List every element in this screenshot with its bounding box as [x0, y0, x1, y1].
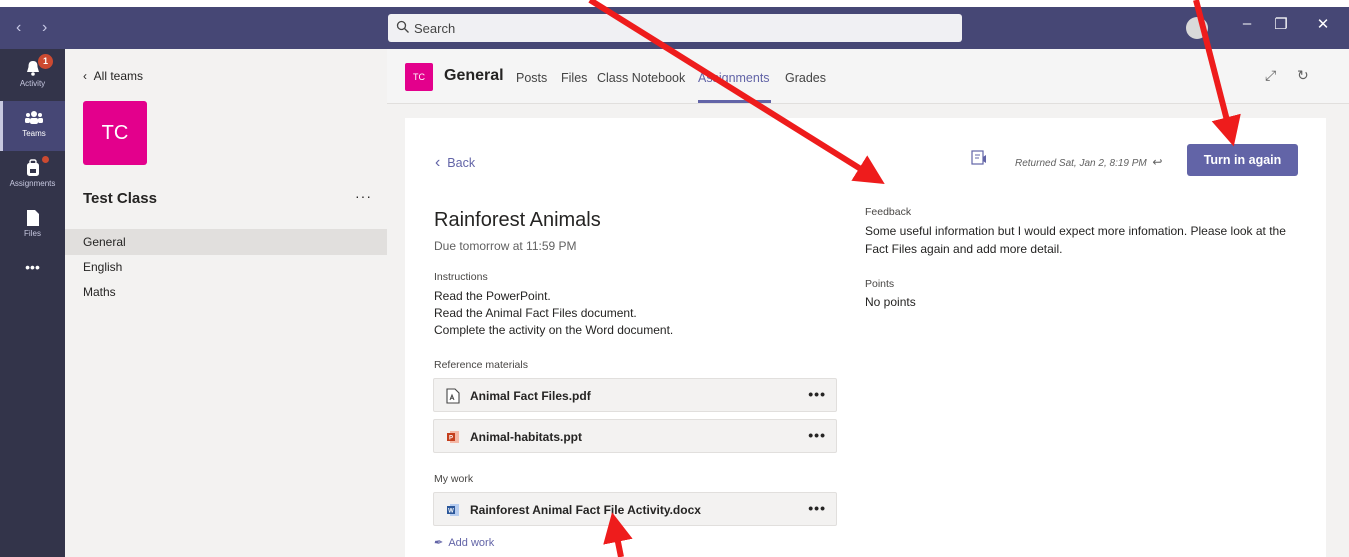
avatar[interactable]	[1186, 17, 1208, 39]
undo-icon[interactable]: ↩	[1152, 155, 1162, 169]
assignment-title: Rainforest Animals	[434, 209, 601, 231]
rail-label: Files	[24, 229, 41, 238]
instructions-label: Instructions	[434, 271, 488, 283]
rail-item-assignments[interactable]: Assignments	[0, 151, 65, 201]
all-teams-link[interactable]: ‹ All teams	[83, 69, 143, 83]
file-name: Animal-habitats.ppt	[470, 430, 583, 444]
more-icon[interactable]: •••	[0, 259, 65, 309]
search-box[interactable]	[388, 14, 962, 42]
returned-label: Returned Sat, Jan 2, 8:19 PM	[1015, 158, 1147, 169]
search-input[interactable]	[414, 18, 934, 38]
channel-maths[interactable]: Maths	[65, 279, 387, 305]
turn-in-again-button[interactable]: Turn in again	[1187, 144, 1298, 176]
team-more-button[interactable]: ···	[355, 188, 372, 204]
channel-header: TC General Posts Files Class Notebook As…	[387, 49, 1349, 104]
channel-general[interactable]: General	[65, 229, 387, 255]
svg-text:W: W	[448, 509, 454, 515]
back-label: Back	[447, 156, 476, 170]
paperclip-icon: ✒	[433, 537, 443, 549]
chevron-left-icon: ‹	[435, 154, 441, 171]
backpack-icon	[26, 159, 39, 176]
reference-materials-label: Reference materials	[434, 359, 528, 371]
my-work-file-docx[interactable]: W Rainforest Animal Fact File Activity.d…	[433, 492, 837, 526]
channel-english[interactable]: English	[65, 254, 387, 280]
powerpoint-icon: P	[447, 431, 459, 443]
more-apps-label: •••	[25, 259, 40, 275]
teams-app: ‹ › – ❐ ✕ 1 Activity	[0, 0, 1349, 557]
tab-grades[interactable]: Grades	[785, 71, 826, 85]
file-more-button[interactable]: •••	[808, 500, 826, 516]
notification-badge: 1	[38, 54, 53, 69]
restore-button[interactable]: ❐	[1269, 15, 1293, 33]
file-more-button[interactable]: •••	[808, 386, 826, 402]
app-rail: 1 Activity Teams Assignments Files •••	[0, 49, 65, 557]
reference-file-ppt[interactable]: P Animal-habitats.ppt •••	[433, 419, 837, 453]
teams-icon	[25, 111, 43, 124]
chevron-left-icon: ‹	[83, 69, 94, 83]
word-icon: W	[447, 504, 459, 516]
instruction-line: Complete the activity on the Word docume…	[434, 323, 674, 337]
returned-status: Returned Sat, Jan 2, 8:19 PM ↩	[1015, 155, 1162, 169]
channel-tile: TC	[405, 63, 433, 91]
chevron-right-icon[interactable]: ›	[42, 19, 47, 37]
rail-label: Teams	[22, 129, 46, 138]
assignment-content: ‹ Back Rainforest Animals Due tomorrow a…	[387, 104, 1349, 557]
my-work-label: My work	[434, 473, 474, 485]
file-icon	[26, 210, 39, 226]
points-label: Points	[865, 278, 895, 290]
rail-item-activity[interactable]: 1 Activity	[0, 51, 65, 101]
rail-item-files[interactable]: Files	[0, 201, 65, 251]
tab-files[interactable]: Files	[561, 71, 587, 85]
chevron-left-icon[interactable]: ‹	[16, 19, 21, 37]
expand-icon[interactable]: ⤢	[1265, 67, 1276, 84]
feedback-text: Some useful information but I would expe…	[865, 224, 1286, 256]
back-button[interactable]: ‹ Back	[435, 154, 475, 172]
file-more-button[interactable]: •••	[808, 427, 826, 443]
rail-label: Activity	[19, 79, 46, 88]
tab-assignments[interactable]: Assignments	[698, 71, 770, 85]
search-icon	[396, 20, 409, 33]
active-tab-indicator	[698, 100, 771, 103]
instruction-line: Read the Animal Fact Files document.	[434, 306, 637, 320]
add-work-button[interactable]: ✒ Add work	[433, 536, 494, 549]
assignment-card: ‹ Back Rainforest Animals Due tomorrow a…	[405, 118, 1326, 557]
team-tile: TC	[83, 101, 147, 165]
channel-name: General	[444, 67, 504, 84]
file-name: Rainforest Animal Fact File Activity.doc…	[470, 503, 701, 517]
immersive-reader-icon[interactable]	[971, 149, 989, 167]
rail-label: Assignments	[9, 179, 56, 188]
due-date: Due tomorrow at 11:59 PM	[434, 239, 577, 253]
all-teams-label: All teams	[93, 69, 144, 83]
reference-file-pdf[interactable]: Animal Fact Files.pdf •••	[433, 378, 837, 412]
instruction-line: Read the PowerPoint.	[434, 289, 551, 303]
svg-text:P: P	[449, 436, 453, 442]
pdf-icon	[446, 388, 460, 404]
points-value: No points	[865, 295, 916, 309]
file-name: Animal Fact Files.pdf	[470, 389, 591, 403]
close-button[interactable]: ✕	[1311, 15, 1335, 33]
title-bar: ‹ › – ❐ ✕	[0, 7, 1349, 49]
notification-dot	[42, 156, 49, 163]
tab-class-notebook[interactable]: Class Notebook	[597, 71, 685, 85]
refresh-icon[interactable]: ↻	[1297, 67, 1309, 84]
add-work-label: Add work	[448, 537, 495, 549]
team-pane: ‹ All teams TC Test Class ··· General En…	[65, 49, 387, 557]
team-name: Test Class	[83, 190, 157, 207]
rail-item-teams[interactable]: Teams	[0, 101, 65, 151]
minimize-button[interactable]: –	[1235, 15, 1259, 32]
feedback-label: Feedback	[865, 206, 912, 218]
tab-posts[interactable]: Posts	[516, 71, 547, 85]
